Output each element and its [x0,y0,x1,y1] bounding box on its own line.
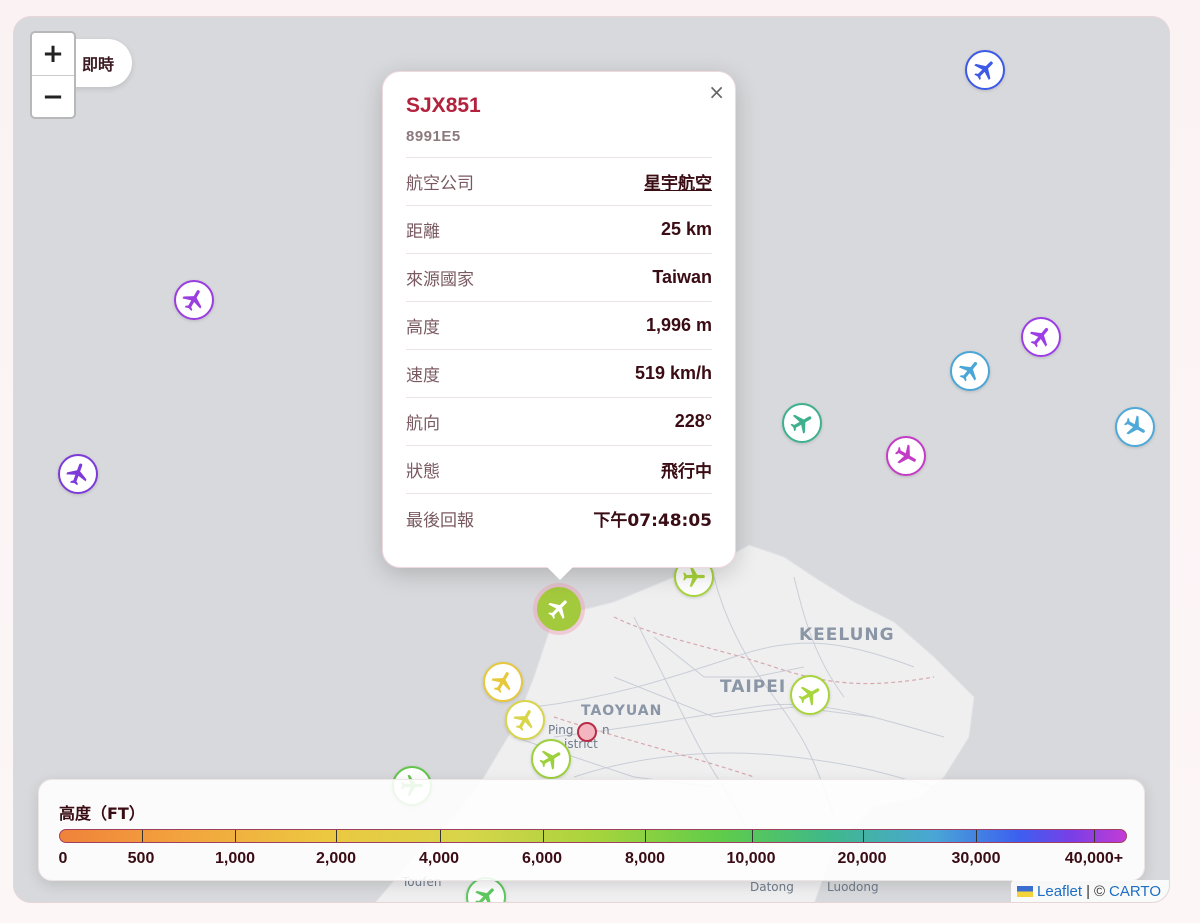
airplane-icon [974,61,993,80]
detail-key: 最後回報 [406,510,474,531]
detail-row-altitude: 高度 1,996 m [406,302,712,350]
airline-link[interactable]: 星宇航空 [644,169,712,194]
airplane-icon [539,750,561,770]
place-label-keelung: KEELUNG [799,625,895,645]
detail-row-speed: 速度 519 km/h [406,350,712,398]
legend-label: 10,000 [726,850,776,867]
aircraft-marker[interactable] [58,454,98,494]
airplane-icon [1123,415,1145,435]
aircraft-marker[interactable] [782,403,822,443]
detail-value: 飛行中 [661,462,712,482]
airplane-icon [790,414,812,434]
ukraine-flag-icon [1017,885,1034,897]
aircraft-marker-selected[interactable] [537,587,581,631]
detail-row-distance: 距離 25 km [406,206,712,254]
aircraft-marker[interactable] [790,675,830,715]
place-label-pingzhen-2: n [602,723,610,737]
detail-key: 高度 [406,318,440,338]
airplane-icon [491,672,511,694]
carto-link[interactable]: CARTO [1109,883,1161,900]
leaflet-link[interactable]: Leaflet [1037,883,1082,900]
zoom-out-button[interactable]: − [32,75,74,117]
airplane-icon [798,686,820,706]
close-icon[interactable]: × [708,80,725,104]
place-label-pingzhen-1: Ping [548,723,574,737]
detail-value: Taiwan [652,267,712,287]
flight-icao: 8991E5 [406,128,461,145]
zoom-in-button[interactable]: + [32,33,74,75]
detail-key: 速度 [406,366,440,386]
detail-key: 來源國家 [406,270,474,290]
detail-key: 航向 [406,414,440,434]
aircraft-marker[interactable] [483,662,523,702]
detail-row-airline: 航空公司 星宇航空 [406,158,712,206]
detail-row-status: 狀態 飛行中 [406,446,712,494]
map[interactable]: KEELUNG TAIPEI TAOYUAN Ping n istrict To… [13,16,1170,903]
detail-row-heading: 航向 228° [406,398,712,446]
aircraft-marker[interactable] [1115,407,1155,447]
flight-callsign: SJX851 [406,94,481,117]
altitude-color-bar [59,829,1127,843]
attribution-separator: | [1086,882,1090,900]
airplane-icon [475,888,494,902]
aircraft-marker[interactable] [965,50,1005,90]
detail-row-origin-country: 來源國家 Taiwan [406,254,712,302]
flight-info-popup: × SJX851 8991E5 航空公司 星宇航空 距離 25 km 來源國家 Tai… [382,71,736,580]
legend-label: 40,000+ [1064,850,1124,867]
detail-value: 下午07:48:05 [593,510,712,531]
legend-label: 2,000 [315,850,357,867]
airport-marker[interactable] [577,722,597,742]
detail-key: 航空公司 [406,174,474,194]
aircraft-marker[interactable] [950,351,990,391]
airplane-icon [548,600,567,619]
flight-detail-list: 航空公司 星宇航空 距離 25 km 來源國家 Taiwan 高度 1,996 m 速度… [406,157,712,542]
detail-key: 距離 [406,222,440,242]
aircraft-marker[interactable] [531,739,571,779]
detail-value: 228° [674,411,712,431]
legend-label: 30,000 [951,850,1001,867]
legend-label: 6,000 [521,850,563,867]
detail-value: 519 km/h [634,363,712,383]
place-label-taoyuan: TAOYUAN [581,703,663,719]
airplane-icon [894,444,916,464]
legend-label: 20,000 [837,850,887,867]
legend-title: 高度（FT） [59,804,145,823]
place-label-datong: Datong [750,880,794,894]
airplane-icon [182,290,202,312]
legend-label: 4,000 [418,850,460,867]
airplane-icon [66,463,87,486]
detail-value: 25 km [660,219,712,239]
map-attribution: Leaflet | © CARTO [1011,880,1169,902]
legend-label: 8,000 [624,850,666,867]
altitude-legend: 高度（FT） 0 500 1,000 2,000 4,000 6,000 8,0… [38,779,1145,881]
legend-label: 500 [127,850,155,867]
aircraft-marker[interactable] [886,436,926,476]
legend-label: 1,000 [214,850,256,867]
place-label-taipei: TAIPEI [720,677,787,697]
copyright-symbol: © [1093,882,1106,900]
zoom-control: + − [30,31,76,119]
aircraft-marker[interactable] [174,280,214,320]
detail-row-last-report: 最後回報 下午07:48:05 [406,494,712,542]
place-label-luodong: Luodong [827,880,879,894]
aircraft-marker[interactable] [505,700,545,740]
airplane-icon [513,710,533,732]
airplane-icon [958,362,978,382]
legend-label: 0 [58,850,68,867]
airplane-icon [1029,328,1049,348]
detail-key: 狀態 [406,462,440,482]
detail-value: 1,996 m [645,315,712,335]
aircraft-marker[interactable] [1021,317,1061,357]
